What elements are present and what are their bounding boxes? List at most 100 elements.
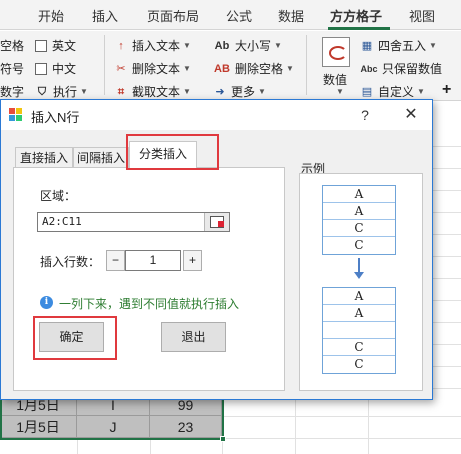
checkbox-box[interactable] <box>35 39 47 52</box>
more-label: 更多 <box>231 85 256 99</box>
dialog-title: 插入N行 <box>31 110 80 125</box>
extract-text-icon: ⌗ <box>117 85 125 98</box>
example-cell: A <box>323 305 395 322</box>
example-cell: C <box>354 238 364 252</box>
chevron-down-icon: ▼ <box>417 87 425 96</box>
round-button[interactable]: ▦ 四舍五入 ▼ <box>360 37 437 54</box>
chevron-down-icon: ▼ <box>80 87 88 96</box>
chevron-down-icon: ▼ <box>183 87 191 96</box>
example-before-list: A A C C <box>322 185 396 255</box>
example-cell: C <box>323 220 395 237</box>
value-icon[interactable] <box>322 37 350 67</box>
example-cell: A <box>323 203 395 220</box>
extract-text-label: 截取文本 <box>132 85 181 99</box>
delete-space-icon: AB <box>214 62 230 75</box>
arrow-down-icon <box>354 258 364 279</box>
table-cell[interactable]: 1月5日 <box>0 416 77 438</box>
example-after-list: A A C C <box>322 287 396 374</box>
tab-insert[interactable]: 插入 <box>92 6 118 25</box>
tab-category-insert[interactable]: 分类插入 <box>129 141 197 168</box>
app-icon-tile <box>16 115 22 121</box>
chevron-down-icon: ▼ <box>336 87 344 96</box>
grid-icon: ▦ <box>361 39 373 52</box>
app-icon <box>9 108 23 122</box>
example-cell: A <box>323 288 395 305</box>
tab-formulas[interactable]: 公式 <box>226 6 252 25</box>
execute-button[interactable]: ⛉ 执行 ▼ <box>35 83 88 100</box>
rows-input[interactable]: 1 <box>125 250 181 271</box>
ribbon-item-space[interactable]: 空格 <box>0 37 24 54</box>
ok-button[interactable]: 确定 <box>39 322 104 352</box>
tab-page-layout[interactable]: 页面布局 <box>147 6 199 25</box>
region-label: 区域： <box>40 189 77 203</box>
arrow-right-icon: ➜ <box>215 85 225 98</box>
delete-space-button[interactable]: AB 删除空格 ▼ <box>213 60 294 77</box>
insert-n-rows-dialog: 插入N行 ? ✕ 直接插入 间隔插入 分类插入 示例 A A C C A A C… <box>0 99 433 400</box>
chevron-down-icon: ▼ <box>183 64 191 73</box>
ribbon-tab-bar: 开始 插入 页面布局 公式 数据 方方格子 视图 <box>0 0 461 30</box>
tab-view[interactable]: 视图 <box>409 6 435 25</box>
exit-button[interactable]: 退出 <box>161 322 226 352</box>
help-button[interactable]: ? <box>353 104 377 126</box>
region-input[interactable]: A2:C11 <box>37 212 230 232</box>
case-icon: Ab <box>214 39 230 52</box>
chevron-down-icon: ▼ <box>258 87 266 96</box>
insert-text-label: 插入文本 <box>132 39 181 53</box>
extract-text-button[interactable]: ⌗ 截取文本 ▼ <box>114 83 191 100</box>
delete-space-label: 删除空格 <box>235 62 284 76</box>
ribbon-item-number[interactable]: 数字 <box>0 83 24 100</box>
app-icon-tile <box>9 108 15 114</box>
example-cell: C <box>323 339 395 356</box>
execute-label: 执行 <box>53 85 78 99</box>
chevron-down-icon: ▼ <box>286 64 294 73</box>
range-picker-icon[interactable] <box>204 213 229 231</box>
keep-values-label: 只保留数值 <box>382 62 443 76</box>
checkbox-chinese[interactable]: 中文 <box>35 60 76 77</box>
fill-handle[interactable] <box>220 436 226 442</box>
dialog-titlebar[interactable]: 插入N行 ? ✕ <box>1 100 432 130</box>
app-icon-tile <box>9 115 15 121</box>
abc-icon: Abc <box>360 63 378 74</box>
delete-text-button[interactable]: ✂ 删除文本 ▼ <box>114 60 191 77</box>
example-cell: C <box>354 357 364 371</box>
delete-text-label: 删除文本 <box>132 62 181 76</box>
chevron-down-icon: ▼ <box>274 41 282 50</box>
ribbon-body: 空格 符号 数字 英文 中文 ⛉ 执行 ▼ ↑ 插入文本 ▼ ✂ 删除文本 ▼ ⌗ 截取文本 ▼… <box>0 31 461 101</box>
checkbox-box[interactable] <box>35 62 47 75</box>
decrement-button[interactable]: − <box>106 250 125 271</box>
ribbon-item-symbol[interactable]: 符号 <box>0 60 24 77</box>
table-cell[interactable]: J <box>77 416 150 438</box>
keep-values-button[interactable]: Abc 只保留数值 <box>360 60 442 77</box>
chevron-down-icon: ▼ <box>429 41 437 50</box>
increment-button[interactable]: + <box>183 250 202 271</box>
info-icon: i <box>40 296 53 309</box>
case-label: 大小写 <box>235 39 272 53</box>
table-cell[interactable]: 23 <box>150 416 222 438</box>
tab-home[interactable]: 开始 <box>38 6 64 25</box>
format-icon: ▤ <box>361 85 373 98</box>
case-button[interactable]: Ab 大小写 ▼ <box>213 37 282 54</box>
tab-data[interactable]: 数据 <box>278 6 304 25</box>
close-icon[interactable]: ✕ <box>397 103 425 127</box>
checkbox-english-label: 英文 <box>52 39 77 53</box>
ribbon-divider <box>104 35 105 95</box>
checkbox-chinese-label: 中文 <box>52 62 77 76</box>
tab-interval-insert[interactable]: 间隔插入 <box>73 147 129 167</box>
grid-line <box>0 438 461 439</box>
add-icon[interactable]: + <box>442 81 451 99</box>
tab-direct-insert[interactable]: 直接插入 <box>15 147 73 167</box>
insert-text-icon: ↑ <box>118 39 124 52</box>
rows-label: 插入行数： <box>40 255 101 269</box>
filter-icon: ⛉ <box>37 85 47 98</box>
round-label: 四舍五入 <box>378 39 427 53</box>
more-button[interactable]: ➜ 更多 ▼ <box>213 83 266 100</box>
active-tab-indicator <box>328 27 390 30</box>
app-icon-tile <box>16 108 22 114</box>
insert-text-button[interactable]: ↑ 插入文本 ▼ <box>114 37 191 54</box>
value-button-label[interactable]: 数值 <box>323 71 347 88</box>
custom-button[interactable]: ▤ 自定义 ▼ <box>360 83 425 100</box>
custom-label: 自定义 <box>378 85 415 99</box>
checkbox-english[interactable]: 英文 <box>35 37 76 54</box>
tab-fangfang[interactable]: 方方格子 <box>330 6 382 25</box>
example-panel: A A C C A A C C <box>299 173 423 391</box>
